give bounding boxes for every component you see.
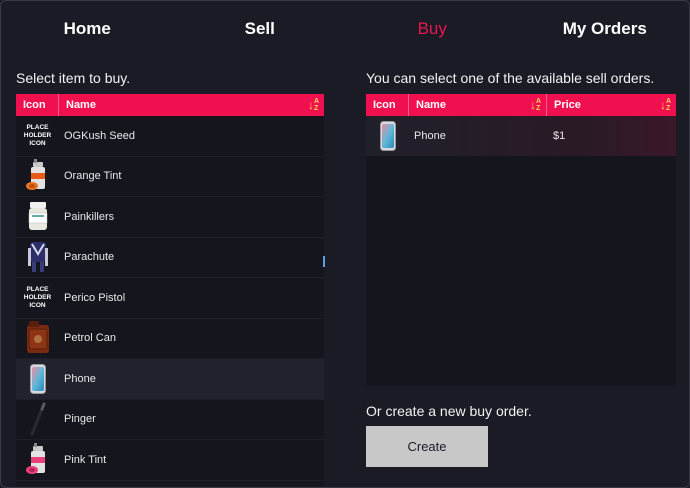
placeholder-icon: PLACE HOLDER ICON (16, 278, 59, 318)
column-header-name-label: Name (66, 99, 96, 111)
phone-icon (366, 116, 409, 156)
list-item[interactable]: Petrol Can (16, 318, 324, 359)
placeholder-icon: PLACE HOLDER ICON (16, 116, 59, 156)
list-item[interactable]: Painkillers (16, 197, 324, 238)
column-header-price-label: Price (554, 99, 581, 111)
column-header-name[interactable]: Name ↓ A Z (409, 94, 547, 116)
tab-home[interactable]: Home (1, 1, 174, 57)
list-item[interactable]: Phone (16, 359, 324, 400)
select-item-title: Select item to buy. (16, 70, 131, 86)
sell-orders-list[interactable]: Phone $1 (366, 116, 676, 386)
jerry-can-icon (16, 318, 59, 358)
list-item[interactable]: Parachute (16, 237, 324, 278)
parachute-icon (16, 237, 59, 277)
create-order-title: Or create a new buy order. (366, 403, 532, 419)
sort-az-icon[interactable]: ↓ A Z (308, 98, 320, 112)
item-name: Petrol Can (64, 332, 116, 345)
placeholder-text: PLACE HOLDER ICON (24, 286, 51, 310)
placeholder-line: PLACE (26, 285, 49, 293)
column-header-price[interactable]: Price ↓ A Z (547, 94, 676, 116)
placeholder-line: ICON (29, 301, 46, 309)
list-item[interactable]: Pinger (16, 399, 324, 440)
table-row[interactable]: Phone $1 (366, 116, 676, 156)
item-name: Painkillers (64, 210, 115, 223)
item-name: Pinger (64, 413, 96, 426)
item-name: Pink Tint (64, 453, 107, 466)
spray-can-pink-icon (16, 440, 59, 480)
item-name: Orange Tint (64, 170, 122, 183)
list-item[interactable]: PLACE HOLDER ICON OGKush Seed (16, 116, 324, 157)
sort-az-icon[interactable]: ↓ A Z (660, 98, 672, 112)
list-item[interactable]: Orange Tint (16, 156, 324, 197)
tab-buy[interactable]: Buy (346, 1, 519, 57)
orders-table-header: Icon Name ↓ A Z Price ↓ A Z (366, 94, 676, 116)
items-table-header: Icon Name ↓ A Z (16, 94, 324, 116)
placeholder-line: ICON (29, 139, 46, 147)
sort-az-icon[interactable]: ↓ A Z (530, 98, 542, 112)
item-name: Perico Pistol (64, 291, 126, 304)
placeholder-text: PLACE HOLDER ICON (24, 124, 51, 148)
column-header-icon: Icon (16, 94, 59, 116)
spray-can-orange-icon (16, 156, 59, 196)
item-name: Phone (64, 372, 96, 385)
column-header-icon: Icon (366, 94, 409, 116)
column-header-name-label: Name (416, 99, 446, 111)
create-button[interactable]: Create (366, 426, 488, 467)
phone-icon (16, 359, 59, 399)
order-name: Phone (414, 130, 446, 142)
item-name: OGKush Seed (64, 129, 135, 142)
tab-my-orders[interactable]: My Orders (519, 1, 690, 57)
top-nav: Home Sell Buy My Orders (1, 1, 690, 57)
pinger-icon (16, 399, 59, 439)
items-list[interactable]: PLACE HOLDER ICON OGKush Seed Orange Tin… (16, 116, 324, 486)
scrollbar-thumb[interactable] (323, 256, 325, 267)
order-price: $1 (553, 130, 566, 142)
list-item[interactable]: Pink Tint (16, 440, 324, 481)
placeholder-line: PLACE (26, 123, 49, 131)
sell-orders-title: You can select one of the available sell… (366, 70, 655, 86)
column-header-icon-label: Icon (373, 99, 396, 111)
list-item[interactable]: PLACE HOLDER ICON Perico Pistol (16, 278, 324, 319)
column-header-name[interactable]: Name ↓ A Z (59, 94, 324, 116)
item-name: Parachute (64, 251, 115, 264)
placeholder-line: HOLDER (23, 293, 52, 301)
tab-sell[interactable]: Sell (174, 1, 347, 57)
placeholder-line: HOLDER (23, 131, 52, 139)
pill-bottle-icon (16, 197, 59, 237)
column-header-icon-label: Icon (23, 99, 46, 111)
